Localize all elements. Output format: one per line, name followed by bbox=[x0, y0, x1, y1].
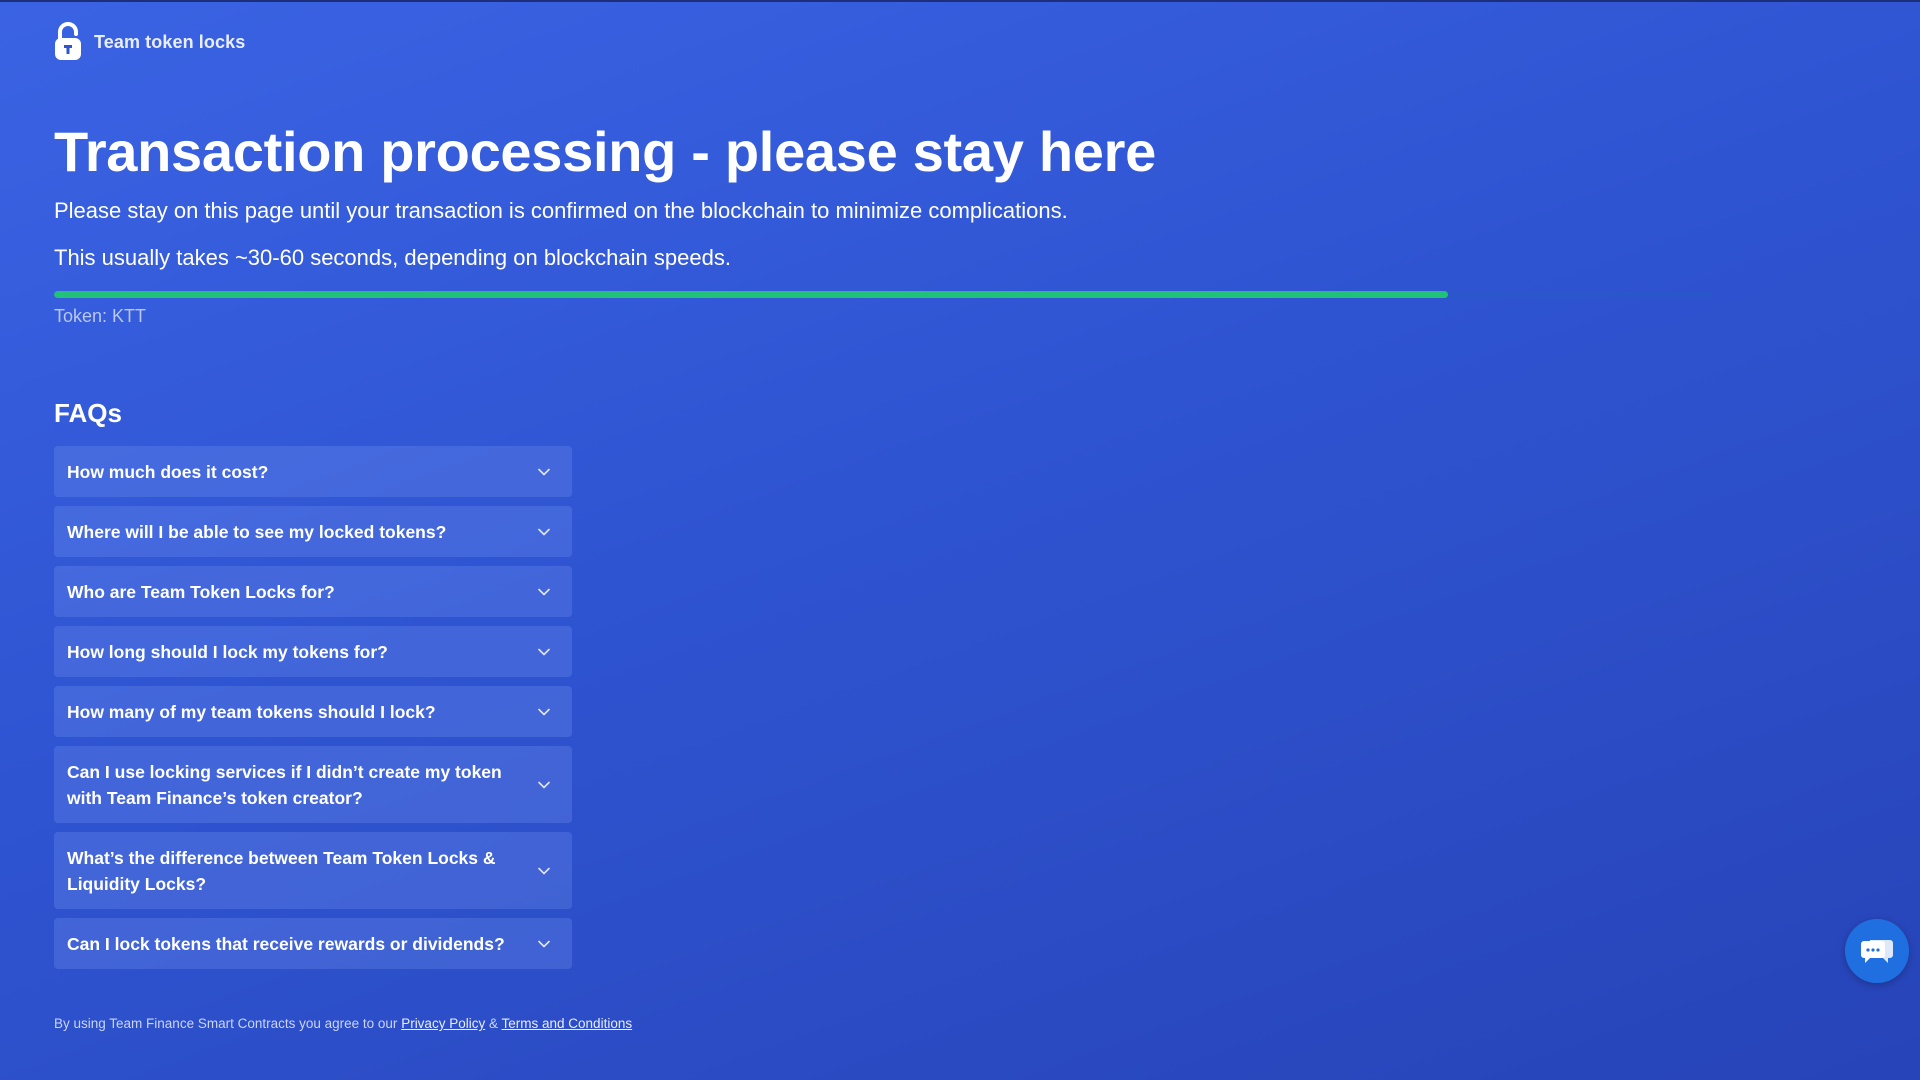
page-title: Transaction processing - please stay her… bbox=[54, 120, 1156, 183]
chevron-down-icon bbox=[538, 588, 550, 595]
subtitle-duration: This usually takes ~30-60 seconds, depen… bbox=[54, 245, 731, 270]
faq-list: How much does it cost? Where will I be a… bbox=[54, 446, 572, 969]
padlock-icon bbox=[55, 22, 81, 60]
chat-button[interactable] bbox=[1845, 919, 1909, 983]
faq-question: How much does it cost? bbox=[67, 461, 269, 482]
progress-bar bbox=[54, 291, 1714, 298]
faq-item[interactable]: Who are Team Token Locks for? bbox=[54, 566, 572, 617]
chevron-down-icon bbox=[538, 867, 550, 874]
token-label: Token: KTT bbox=[54, 306, 147, 326]
chevron-down-icon bbox=[538, 940, 550, 947]
faq-heading: FAQs bbox=[54, 398, 122, 428]
terms-link[interactable]: Terms and Conditions bbox=[502, 1016, 633, 1031]
faq-item[interactable]: Can I use locking services if I didn’t c… bbox=[54, 746, 572, 823]
chevron-down-icon bbox=[538, 468, 550, 475]
brand-logo[interactable]: Team token locks bbox=[54, 22, 245, 62]
faq-item[interactable]: What’s the difference between Team Token… bbox=[54, 832, 572, 909]
faq-item[interactable]: How many of my team tokens should I lock… bbox=[54, 686, 572, 737]
faq-question: Can I lock tokens that receive rewards o… bbox=[67, 933, 505, 954]
privacy-policy-link[interactable]: Privacy Policy bbox=[401, 1016, 485, 1031]
footer-legal: By using Team Finance Smart Contracts yo… bbox=[54, 1016, 632, 1031]
top-edge bbox=[0, 0, 1920, 2]
faq-item[interactable]: How much does it cost? bbox=[54, 446, 572, 497]
chevron-down-icon bbox=[538, 528, 550, 535]
chevron-down-icon bbox=[538, 781, 550, 788]
faq-item[interactable]: Can I lock tokens that receive rewards o… bbox=[54, 918, 572, 969]
footer-separator: & bbox=[488, 1016, 498, 1031]
faq-question: Where will I be able to see my locked to… bbox=[67, 521, 447, 542]
progress-bar-fill bbox=[54, 291, 1449, 298]
faq-question: How many of my team tokens should I lock… bbox=[67, 701, 436, 722]
faq-item[interactable]: How long should I lock my tokens for? bbox=[54, 626, 572, 677]
faq-question: What’s the difference between Team Token… bbox=[67, 847, 496, 894]
faq-question: Who are Team Token Locks for? bbox=[67, 581, 335, 602]
brand-name: Team token locks bbox=[94, 31, 246, 52]
chevron-down-icon bbox=[538, 708, 550, 715]
faq-question: How long should I lock my tokens for? bbox=[67, 641, 388, 662]
chevron-down-icon bbox=[538, 648, 550, 655]
chat-bubbles-icon bbox=[1861, 940, 1893, 963]
footer-text: By using Team Finance Smart Contracts yo… bbox=[54, 1016, 398, 1031]
faq-item[interactable]: Where will I be able to see my locked to… bbox=[54, 506, 572, 557]
faq-question: Can I use locking services if I didn’t c… bbox=[67, 761, 502, 808]
subtitle-stay-on-page: Please stay on this page until your tran… bbox=[54, 198, 1068, 223]
